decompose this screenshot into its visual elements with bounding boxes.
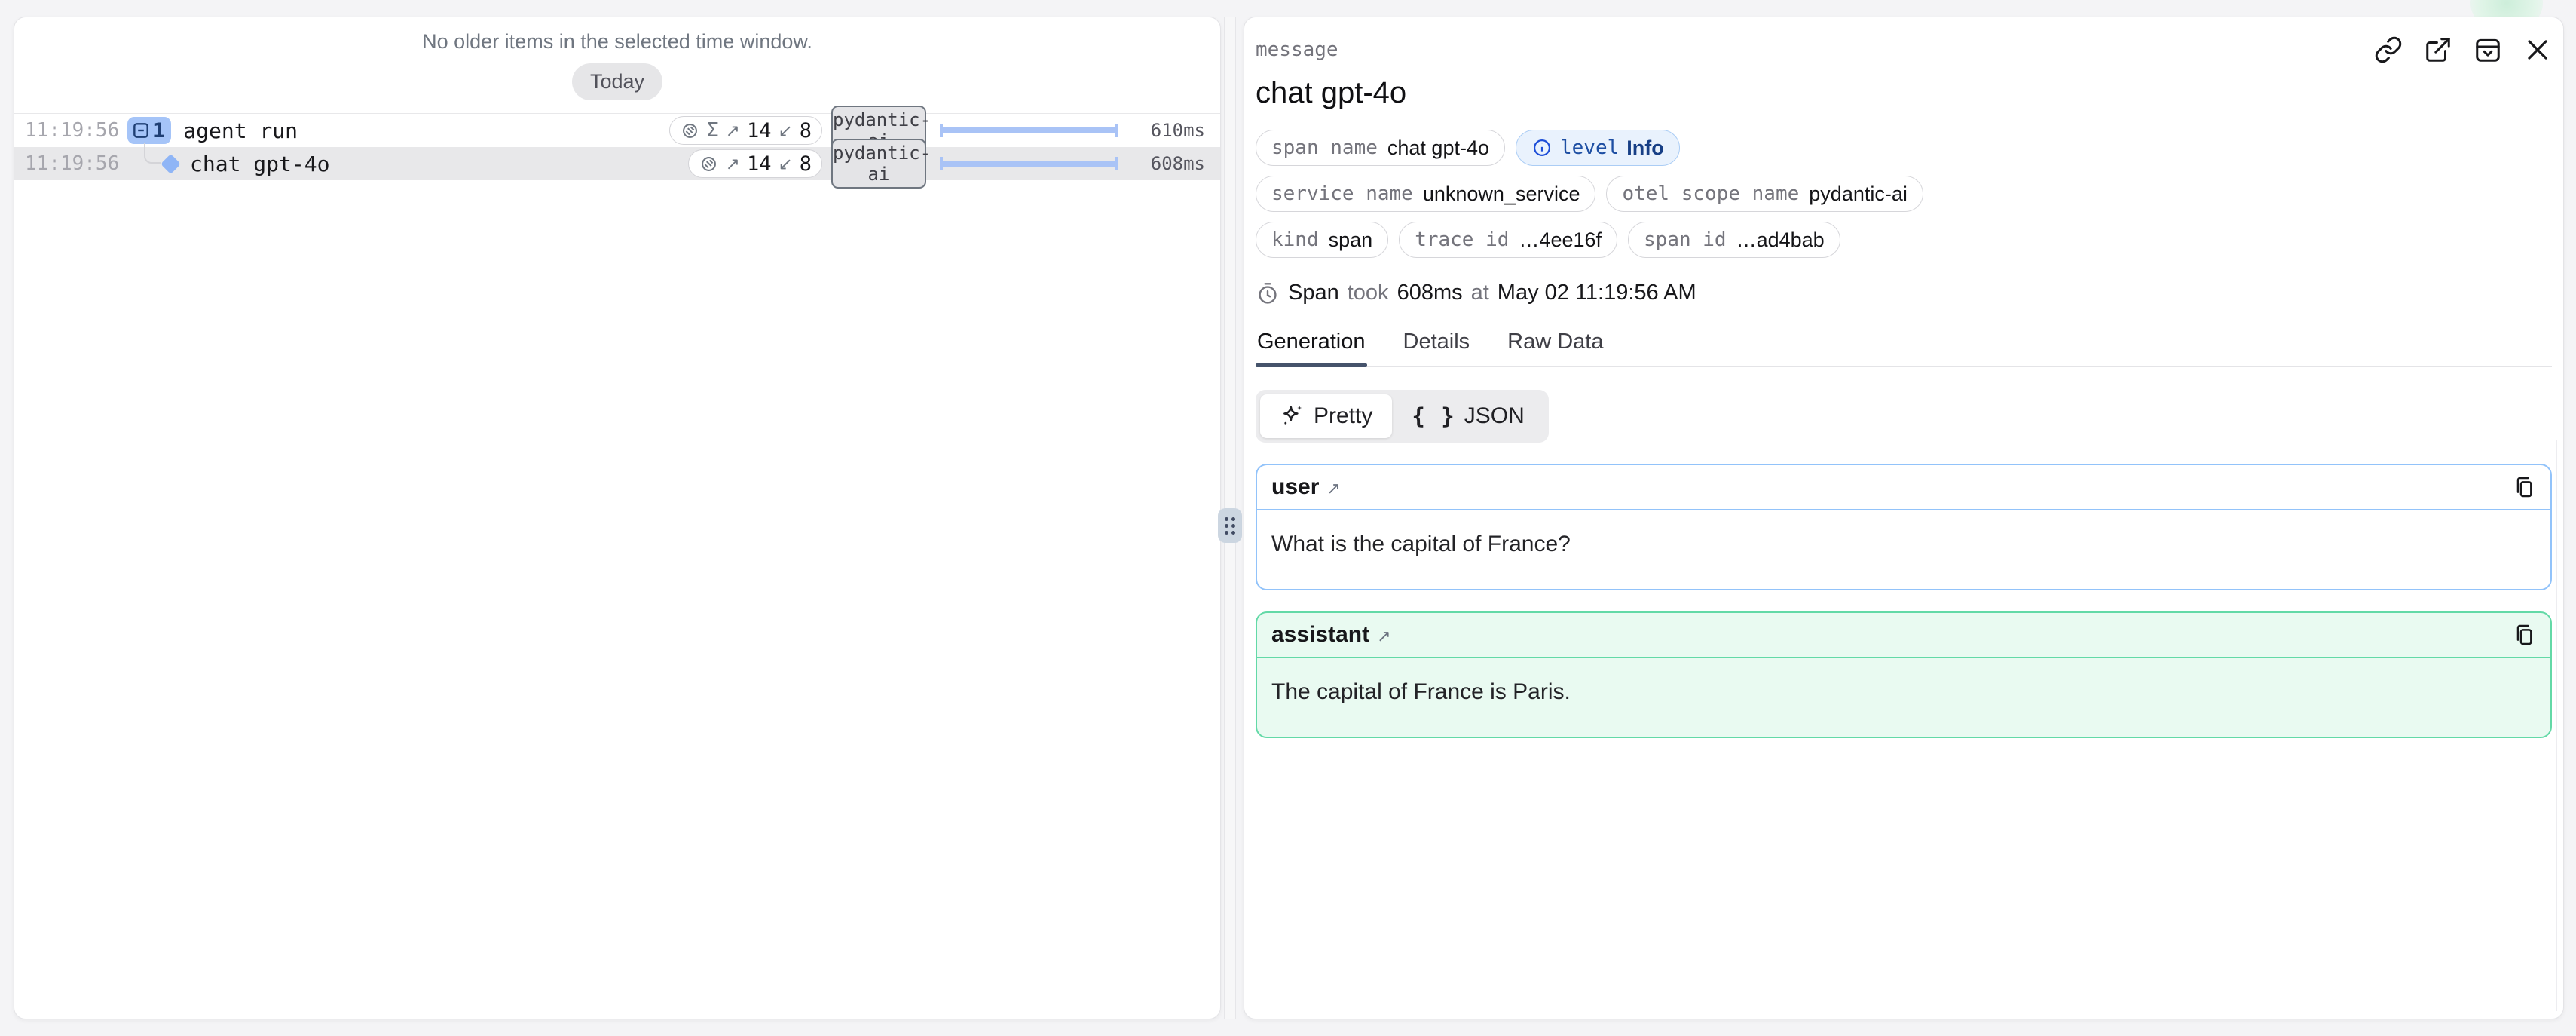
message-content: The capital of France is Paris.: [1257, 658, 2550, 737]
tab-generation[interactable]: Generation: [1256, 329, 1367, 366]
badge-value: …4ee16f: [1519, 228, 1602, 252]
copy-message-button[interactable]: [2512, 475, 2536, 499]
braces-icon: { }: [1412, 403, 1455, 429]
child-count: 1: [153, 119, 165, 143]
copy-icon: [2512, 623, 2536, 647]
sigma-icon: Σ: [707, 119, 719, 142]
link-icon: [2374, 35, 2403, 64]
message-card-user: user ↗ What is the capital of France?: [1256, 464, 2552, 590]
collapse-minus-icon: [131, 121, 151, 140]
close-panel-button[interactable]: [2523, 35, 2552, 64]
token-usage-pill[interactable]: ↗ 14 ↙ 8: [688, 149, 822, 178]
trace-row-agent-run[interactable]: 11:19:56 1 agent run Σ ↗ 14 ↙ 8 pydantic…: [14, 114, 1220, 147]
input-tokens-arrow-icon: ↗: [726, 154, 740, 174]
level-badge[interactable]: level Info: [1516, 130, 1680, 166]
tokens-coin-icon: [699, 154, 719, 174]
pretty-view-button[interactable]: Pretty: [1260, 394, 1392, 438]
badge-value: Info: [1626, 136, 1663, 160]
role-external-arrow-icon[interactable]: ↗: [1377, 624, 1390, 646]
today-button[interactable]: Today: [572, 63, 662, 100]
timing-word: took: [1348, 280, 1389, 305]
span-label: chat gpt-4o: [190, 152, 329, 176]
otel-scope-name-badge[interactable]: otel_scope_name pydantic-ai: [1606, 176, 1923, 212]
badge-key: kind: [1271, 228, 1319, 251]
badge-key: level: [1560, 136, 1619, 159]
input-tokens-arrow-icon: ↗: [726, 121, 740, 141]
badge-key: trace_id: [1415, 228, 1509, 251]
input-tokens: 14: [747, 152, 772, 176]
kind-badge[interactable]: kind span: [1256, 222, 1388, 258]
row-timestamp: 11:19:56: [25, 152, 124, 175]
badge-key: otel_scope_name: [1622, 182, 1799, 205]
message-role: user: [1271, 474, 1319, 500]
output-tokens: 8: [800, 119, 812, 143]
service-name-badge[interactable]: service_name unknown_service: [1256, 176, 1595, 212]
badge-value: chat gpt-4o: [1387, 136, 1489, 160]
span-title: chat gpt-4o: [1256, 76, 2552, 110]
row-timestamp: 11:19:56: [25, 119, 124, 142]
copy-icon: [2512, 475, 2536, 499]
timing-word: at: [1471, 280, 1489, 305]
span-label: agent run: [183, 118, 298, 143]
message-role: assistant: [1271, 622, 1369, 648]
open-in-new-button[interactable]: [2424, 35, 2452, 64]
timing-duration: 608ms: [1397, 280, 1463, 305]
copy-message-button[interactable]: [2512, 623, 2536, 647]
message-card-assistant: assistant ↗ The capital of France is Par…: [1256, 611, 2552, 738]
panel-collapse-icon: [2474, 35, 2502, 64]
copy-link-button[interactable]: [2374, 35, 2403, 64]
span-detail-panel: message: [1244, 17, 2564, 1019]
close-icon: [2523, 35, 2552, 64]
scrollbar-track[interactable]: [2556, 440, 2557, 1011]
toggle-label: JSON: [1464, 403, 1525, 429]
duration-bar: [940, 157, 1118, 170]
panel-resize-handle[interactable]: [1218, 508, 1242, 543]
output-tokens-arrow-icon: ↙: [778, 154, 792, 174]
span-id-badge[interactable]: span_id …ad4bab: [1628, 222, 1840, 258]
role-external-arrow-icon[interactable]: ↗: [1326, 476, 1340, 498]
badge-key: span_name: [1271, 136, 1378, 159]
toggle-label: Pretty: [1314, 403, 1372, 429]
duration-text: 608ms: [1130, 153, 1205, 174]
badge-value: …ad4bab: [1736, 228, 1825, 252]
empty-notice: No older items in the selected time wind…: [14, 17, 1220, 54]
detail-tabs: Generation Details Raw Data: [1256, 329, 2552, 367]
collapse-panel-button[interactable]: [2474, 35, 2502, 64]
tab-details[interactable]: Details: [1402, 329, 1472, 366]
duration-bar: [940, 124, 1118, 137]
span-diamond-icon: [161, 154, 181, 174]
json-view-button[interactable]: { } JSON: [1392, 394, 1543, 438]
drag-dots-icon: [1225, 517, 1235, 535]
span-name-badge[interactable]: span_name chat gpt-4o: [1256, 130, 1505, 166]
token-usage-pill[interactable]: Σ ↗ 14 ↙ 8: [669, 116, 822, 145]
tokens-coin-icon: [680, 121, 700, 141]
span-timing: Span took 608ms at May 02 11:19:56 AM: [1256, 280, 2552, 305]
duration-text: 610ms: [1130, 120, 1205, 141]
scope-badge[interactable]: pydantic-ai: [831, 139, 926, 189]
trace-id-badge[interactable]: trace_id …4ee16f: [1399, 222, 1617, 258]
input-tokens: 14: [747, 119, 772, 143]
message-content: What is the capital of France?: [1257, 510, 2550, 589]
sparkle-icon: [1280, 403, 1305, 429]
tree-connector: [144, 143, 161, 164]
timing-timestamp: May 02 11:19:56 AM: [1498, 280, 1696, 305]
output-tokens: 8: [800, 152, 812, 176]
badge-value: unknown_service: [1423, 182, 1580, 206]
tab-raw-data[interactable]: Raw Data: [1506, 329, 1605, 366]
badge-value: pydantic-ai: [1809, 182, 1908, 206]
view-mode-toggle: Pretty { } JSON: [1256, 390, 1549, 443]
collapse-children-badge[interactable]: 1: [127, 117, 171, 144]
record-kind-label: message: [1256, 35, 1338, 61]
trace-row-chat-gpt-4o[interactable]: 11:19:56 chat gpt-4o ↗ 14 ↙ 8 pydantic-a…: [14, 147, 1220, 180]
badge-value: span: [1329, 228, 1373, 252]
badge-key: span_id: [1644, 228, 1727, 251]
badge-key: service_name: [1271, 182, 1413, 205]
trace-list-panel: No older items in the selected time wind…: [14, 17, 1221, 1019]
external-link-icon: [2424, 35, 2452, 64]
stopwatch-icon: [1256, 281, 1280, 305]
output-tokens-arrow-icon: ↙: [778, 121, 792, 141]
info-icon: [1531, 137, 1553, 158]
timing-word: Span: [1288, 280, 1339, 305]
